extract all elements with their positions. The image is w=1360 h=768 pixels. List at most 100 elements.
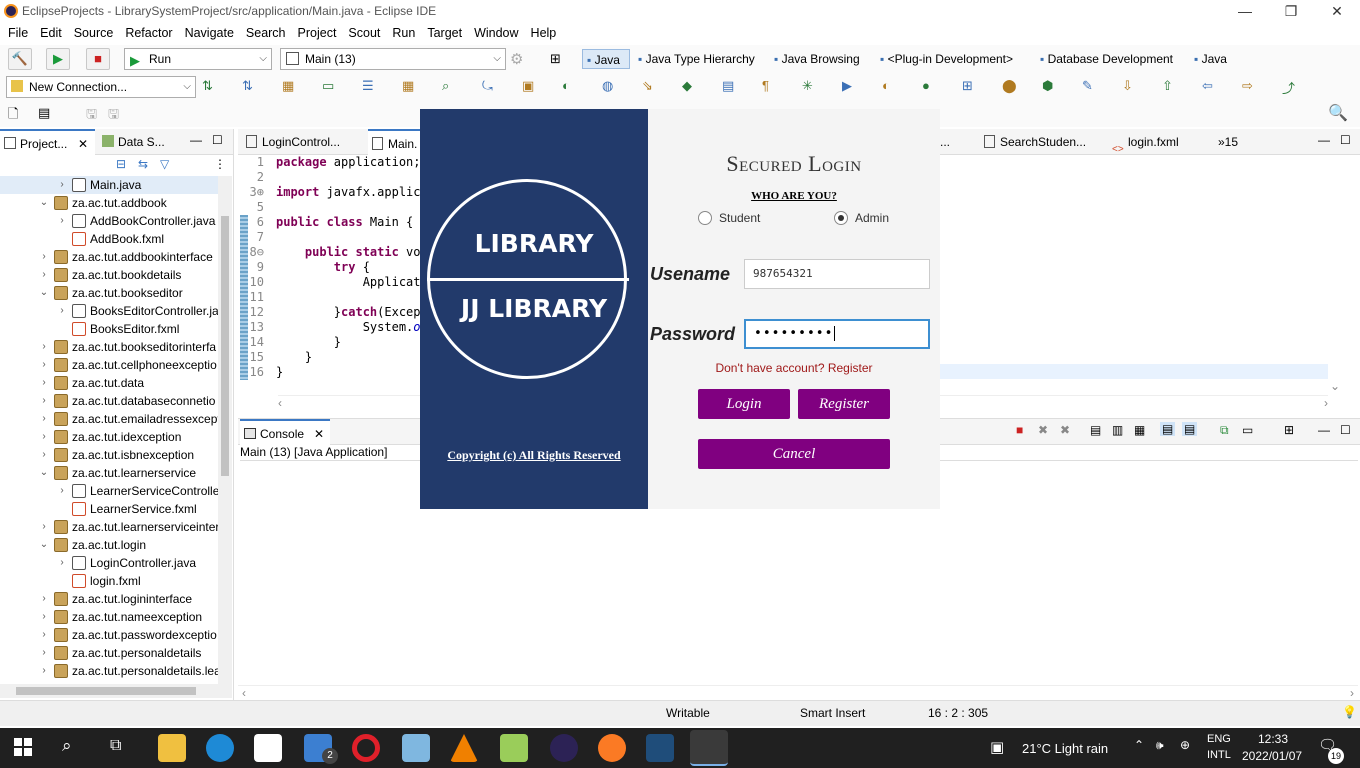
tree-item[interactable]: › za.ac.tut.passwordexceptio [0,626,218,644]
windows-start-icon[interactable] [14,738,32,756]
chevron-down-icon[interactable]: ⌄ [38,284,50,302]
tree-item[interactable]: ⌄ za.ac.tut.learnerservice [0,464,218,482]
tree-hscroll-thumb[interactable] [16,687,196,695]
tree-item[interactable]: BooksEditor.fxml [0,320,218,338]
toolbar-action-20-icon[interactable]: ⬤ [1002,78,1017,94]
tab-hidden[interactable]: ... [938,129,978,155]
tree-item[interactable]: › LoginController.java [0,554,218,572]
close-button[interactable]: ✕ [1314,0,1360,22]
chevron-right-icon[interactable]: › [38,446,50,464]
maximize-editor-icon[interactable]: ☐ [1340,133,1351,147]
tree-item[interactable]: ⌄ za.ac.tut.bookseditor [0,284,218,302]
file-explorer-icon[interactable] [158,734,186,762]
chevron-down-icon[interactable]: ⌄ [38,464,50,482]
toolbar-action-23-icon[interactable]: ⇩ [1122,78,1133,94]
toolbar-action-7-icon[interactable]: ⤿ [482,78,493,94]
toolbar-action-5-icon[interactable]: ▦ [402,78,414,94]
clock-date[interactable]: 2022/01/07 [1242,749,1302,763]
notepad-icon[interactable] [402,734,430,762]
perspective-2[interactable]: ▪ Java Browsing [770,49,870,69]
toolbar-action-26-icon[interactable]: ⇨ [1242,78,1253,94]
toolbar-action-12-icon[interactable]: ◆ [682,78,692,94]
close-icon[interactable]: ✕ [314,421,324,447]
clear-console-icon[interactable]: ▤ [1090,423,1101,437]
show-stdout-icon[interactable]: ▤ [1160,422,1176,436]
chevron-right-icon[interactable]: › [38,248,50,266]
tree-scroll-thumb[interactable] [221,216,229,476]
tree-item[interactable]: LearnerService.fxml [0,500,218,518]
perspective-0[interactable]: ▪ Java [582,49,630,69]
toolbar-action-8-icon[interactable]: ▣ [522,78,534,94]
tab-console[interactable]: Console ✕ [240,419,330,445]
chevron-right-icon[interactable]: › [56,176,68,194]
word-wrap-icon[interactable]: ▦ [1134,423,1145,437]
tree-item[interactable]: › za.ac.tut.addbookinterface [0,248,218,266]
toolbar-action-0-icon[interactable]: ⇅ [202,78,213,94]
chevron-right-icon[interactable]: › [38,626,50,644]
pin-console-icon[interactable]: ⧉ [1220,423,1229,438]
filter-icon[interactable]: ▽ [160,157,169,171]
tree-item[interactable]: ⌄ za.ac.tut.addbook [0,194,218,212]
password-input[interactable]: ••••••••• [744,319,930,349]
save-all-icon[interactable]: 🖫 [108,105,119,127]
eclipse-taskbar-icon[interactable] [550,734,578,762]
toolbar-action-24-icon[interactable]: ⇧ [1162,78,1173,94]
minimize-editor-icon[interactable]: — [1318,133,1330,147]
build-button[interactable]: 🔨 [8,48,32,70]
perspective-4[interactable]: ▪ Database Development [1036,49,1180,69]
chevron-right-icon[interactable]: › [38,410,50,428]
vlc-icon[interactable] [450,734,478,762]
tree-vscrollbar[interactable] [218,176,232,684]
tree-item[interactable]: login.fxml [0,572,218,590]
new-icon[interactable]: 🗋 [8,105,18,127]
toolbar-action-1-icon[interactable]: ⇅ [242,78,253,94]
edge-icon[interactable] [206,734,234,762]
run-button[interactable]: ▶ [46,48,70,70]
tree-item[interactable]: › za.ac.tut.personaldetails [0,644,218,662]
cancel-button[interactable]: Cancel [698,439,890,469]
menu-window[interactable]: Window [468,26,524,40]
menu-scout[interactable]: Scout [342,26,386,40]
toolbar-action-16-icon[interactable]: ▶ [842,78,852,94]
toolbar-action-14-icon[interactable]: ¶ [762,78,769,93]
tab-login-fxml[interactable]: <> login.fxml [1108,129,1208,155]
display-console-icon[interactable]: ▭ [1242,423,1253,437]
chevron-right-icon[interactable]: › [56,482,68,500]
link-editor-icon[interactable]: ⇆ [138,157,148,171]
menu-project[interactable]: Project [292,26,343,40]
view-menu-icon[interactable]: ⋮ [214,157,226,171]
chevron-right-icon[interactable]: › [38,518,50,536]
tree-item[interactable]: › za.ac.tut.learnerserviceinter [0,518,218,536]
tree-hscrollbar[interactable] [0,684,232,698]
store-icon[interactable] [254,734,282,762]
admin-radio[interactable] [834,211,848,225]
chevron-down-icon[interactable]: ⌄ [38,194,50,212]
save-icon[interactable]: 🖫 [86,105,97,127]
login-button[interactable]: Login [698,389,790,419]
toolbar-action-9-icon[interactable]: ◐ [562,78,570,93]
toolbar-action-2-icon[interactable]: ▦ [282,78,294,94]
tree-item[interactable]: › LearnerServiceController [0,482,218,500]
toolbar-action-13-icon[interactable]: ▤ [722,78,734,94]
chevron-right-icon[interactable]: › [38,608,50,626]
toolbar-action-25-icon[interactable]: ⇦ [1202,78,1213,94]
chevron-right-icon[interactable]: › [38,356,50,374]
tree-item[interactable]: › za.ac.tut.isbnexception [0,446,218,464]
menu-edit[interactable]: Edit [34,26,68,40]
toolbar-action-19-icon[interactable]: ⊞ [962,78,973,94]
tree-item[interactable]: › za.ac.tut.emailadressexcept [0,410,218,428]
tree-item[interactable]: › za.ac.tut.cellphoneexceptio [0,356,218,374]
opera-icon[interactable] [352,734,380,762]
show-stderr-icon[interactable]: ▤ [1182,422,1198,436]
toolbar-action-18-icon[interactable]: ● [922,78,930,93]
tab-login-controller[interactable]: LoginControl... [242,129,362,155]
open-console-icon[interactable]: ⊞ [1284,423,1294,437]
menu-source[interactable]: Source [68,26,120,40]
menu-navigate[interactable]: Navigate [179,26,240,40]
student-radio[interactable] [698,211,712,225]
remove-all-icon[interactable]: ✖ [1060,423,1070,437]
stop-button[interactable]: ■ [86,48,110,70]
minimize-console-icon[interactable]: — [1318,423,1330,437]
open-perspective-icon[interactable]: ⊞ [550,51,561,67]
java-app-icon[interactable] [690,730,728,766]
